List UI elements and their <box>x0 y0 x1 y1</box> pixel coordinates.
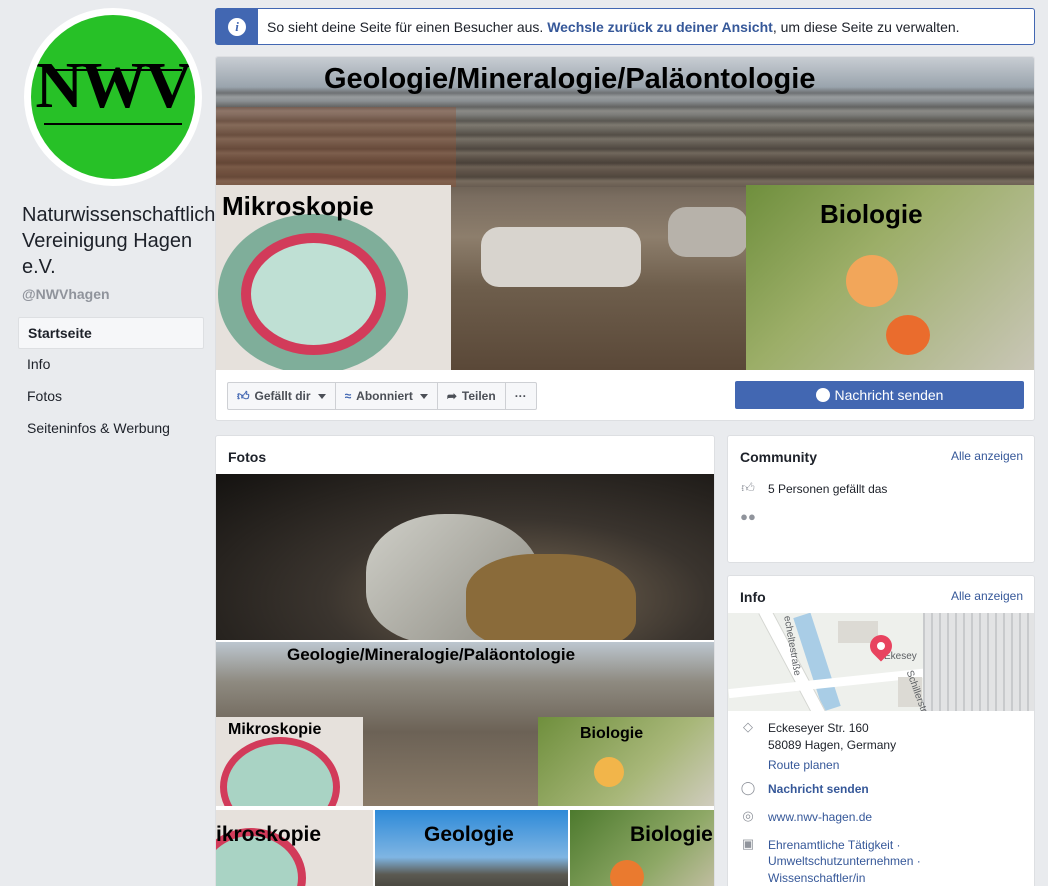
thumbs-up-icon: 👍︎ <box>741 480 755 495</box>
cover-microscopy-label: Mikroskopie <box>222 191 374 221</box>
community-likes-text: 5 Personen gefällt das <box>768 482 888 496</box>
address-line1: Eckeseyer Str. 160 <box>768 721 869 735</box>
page-avatar[interactable]: NWV <box>24 8 202 186</box>
cover-rock <box>481 227 641 287</box>
nav-item-seiteninfos[interactable]: Seiteninfos & Werbung <box>18 413 204 445</box>
bio-flower <box>846 255 898 307</box>
follow-button-label: Abonniert <box>356 389 413 403</box>
thumbs-up-icon: 👍︎ <box>237 389 250 403</box>
photo-triptych[interactable]: ikroskopie Geologie Biologie <box>216 810 714 886</box>
category-link[interactable]: Ehrenamtliche Tätigkeit · <box>768 837 901 854</box>
people-icon: ●● <box>740 509 756 524</box>
notice-text-after: , um diese Seite zu verwalten. <box>772 19 960 35</box>
action-button-group: 👍︎ Gefällt dir ≈ Abonniert ➦ Teilen ··· <box>227 382 537 410</box>
photo3-label-geology: Geologie <box>424 823 514 846</box>
photo2-microscopy-label: Mikroskopie <box>228 721 322 738</box>
page-actions: 👍︎ Gefällt dir ≈ Abonniert ➦ Teilen ··· … <box>216 370 1034 420</box>
photo2-biology: Biologie <box>538 717 714 806</box>
info-message-link[interactable]: Nachricht senden <box>768 781 869 798</box>
avatar-logo: NWV <box>31 15 195 179</box>
send-message-label: Nachricht senden <box>834 387 944 403</box>
micro-ring <box>220 737 340 806</box>
map-railyard <box>923 613 1034 711</box>
cover-biology-image: Biologie <box>746 185 1034 370</box>
notice-icon-area: i <box>216 9 258 44</box>
more-dots-icon: ··· <box>514 389 527 403</box>
visitor-view-notice: i So sieht deine Seite für einen Besuche… <box>215 8 1035 45</box>
switch-back-link[interactable]: Wechsle zurück zu deiner Ansicht <box>547 19 773 35</box>
like-button[interactable]: 👍︎ Gefällt dir <box>228 383 336 409</box>
nav-item-startseite[interactable]: Startseite <box>18 317 204 349</box>
page-nav: Startseite Info Fotos Seiteninfos & Werb… <box>18 317 204 445</box>
photos-card: Fotos Geologie/Mineralogie/Paläontologie… <box>215 435 715 886</box>
info-icon: i <box>228 18 246 36</box>
info-see-all-link[interactable]: Alle anzeigen <box>951 589 1023 603</box>
notice-text-before: So sieht deine Seite für einen Besucher … <box>267 19 548 35</box>
bio-flower <box>594 757 624 787</box>
fossil-rock-shape <box>466 554 636 640</box>
like-button-label: Gefällt dir <box>254 389 311 403</box>
photo3-label-microscopy: ikroskopie <box>216 823 322 846</box>
cover-rock <box>668 207 748 257</box>
location-map[interactable]: echeltestraße Ekesey Schillerstr <box>728 613 1034 711</box>
route-link[interactable]: Route planen <box>768 757 839 774</box>
community-card: Community Alle anzeigen 👍︎ 5 Personen ge… <box>727 435 1035 563</box>
cover-title: Geologie/Mineralogie/Paläontologie <box>324 63 816 95</box>
community-title[interactable]: Community <box>740 449 817 465</box>
cover-photo[interactable]: Geologie/Mineralogie/Paläontologie Mikro… <box>216 57 1034 370</box>
messenger-icon: ◯ <box>740 780 756 795</box>
nav-item-fotos[interactable]: Fotos <box>18 381 204 413</box>
cover-rust-layer <box>216 107 456 187</box>
globe-icon: ◎ <box>742 808 754 823</box>
bio-flower <box>886 315 930 355</box>
messenger-icon <box>815 388 830 402</box>
avatar-logo-text: NWV <box>35 49 192 122</box>
share-button[interactable]: ➦ Teilen <box>438 383 506 409</box>
photos-card-title[interactable]: Fotos <box>228 449 266 465</box>
bio-flower <box>610 860 644 886</box>
send-message-button[interactable]: Nachricht senden <box>735 381 1024 409</box>
chevron-down-icon <box>419 393 428 399</box>
micro-inner-ring <box>241 233 386 355</box>
nav-item-info[interactable]: Info <box>18 349 204 381</box>
share-button-label: Teilen <box>461 389 496 403</box>
photo3-biology: Biologie <box>570 810 714 886</box>
photo3-microscopy: ikroskopie <box>216 810 373 886</box>
follow-button[interactable]: ≈ Abonniert <box>336 383 438 409</box>
info-card: Info Alle anzeigen echeltestraße Ekesey … <box>727 575 1035 886</box>
notice-text: So sieht deine Seite für einen Besucher … <box>267 19 960 35</box>
photo2-microscopy: Mikroskopie <box>216 717 363 806</box>
directions-icon: ◇ <box>743 719 753 734</box>
community-see-all-link[interactable]: Alle anzeigen <box>951 449 1023 463</box>
category-link[interactable]: Wissenschaftler/in <box>768 870 865 886</box>
photo3-geology: Geologie <box>375 810 568 886</box>
photo-fossil[interactable] <box>216 474 714 640</box>
photo-cover-collage[interactable]: Geologie/Mineralogie/Paläontologie Mikro… <box>216 642 714 806</box>
rss-icon: ≈ <box>344 389 352 403</box>
chevron-down-icon <box>317 393 326 399</box>
share-arrow-icon: ➦ <box>446 389 457 403</box>
cover-biology-label: Biologie <box>820 199 923 229</box>
info-title[interactable]: Info <box>740 589 766 605</box>
photo2-title: Geologie/Mineralogie/Paläontologie <box>287 645 576 664</box>
website-link[interactable]: www.nwv-hagen.de <box>768 809 872 826</box>
page-handle[interactable]: @NWVhagen <box>22 286 110 302</box>
cover-card: Geologie/Mineralogie/Paläontologie Mikro… <box>215 56 1035 421</box>
more-options-button[interactable]: ··· <box>506 383 536 409</box>
cover-microscopy-image: Mikroskopie <box>216 185 451 370</box>
photo3-label-biology: Biologie <box>630 823 713 846</box>
page-title[interactable]: Naturwissenschaftliche Vereinigung Hagen… <box>22 202 227 280</box>
category-box-icon: ▣ <box>741 836 755 851</box>
photo2-biology-label: Biologie <box>580 725 644 742</box>
category-link[interactable]: Umweltschutzunternehmen · <box>768 853 921 870</box>
address-line2: 58089 Hagen, Germany <box>768 738 897 752</box>
